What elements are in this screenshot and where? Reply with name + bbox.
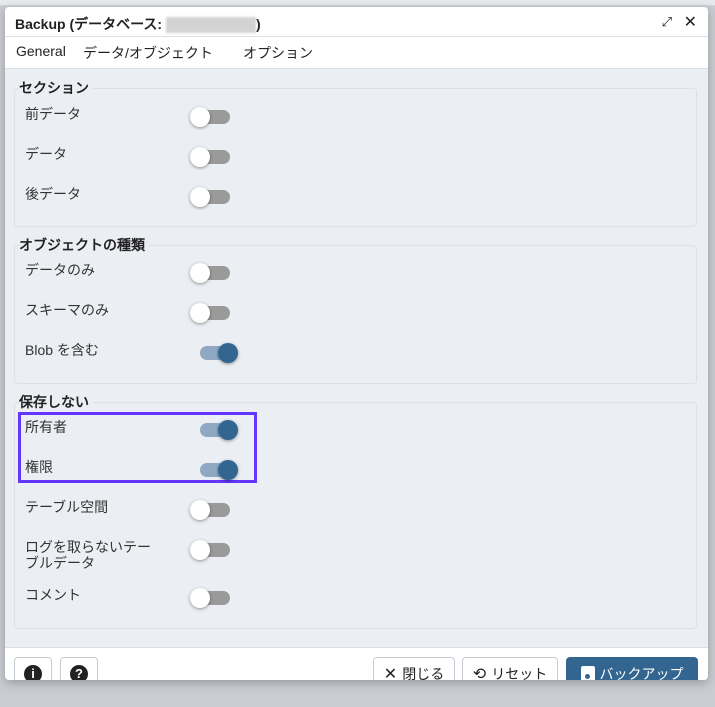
- owner-toggle[interactable]: [196, 419, 240, 441]
- privileges-toggle[interactable]: [196, 459, 240, 481]
- post-data-label: 後データ: [25, 186, 81, 202]
- data-only-label: データのみ: [25, 262, 95, 278]
- close-label: 閉じる: [402, 665, 445, 681]
- title-suffix: ): [255, 16, 261, 32]
- tablespace-toggle[interactable]: [190, 499, 234, 521]
- close-icon[interactable]: ✕: [684, 12, 697, 32]
- maximize-icon[interactable]: ⤢: [662, 14, 672, 30]
- help-button[interactable]: ?: [60, 657, 98, 680]
- unlogged-table-data-toggle[interactable]: [190, 539, 234, 561]
- privileges-label: 権限: [25, 459, 53, 475]
- pre-data-label: 前データ: [25, 106, 81, 122]
- tab-bar: General データ/オブジェクト オプション: [5, 38, 708, 72]
- do-not-save-legend: 保存しない: [19, 392, 93, 412]
- reset-icon: ⟲: [472, 665, 487, 681]
- save-icon: [580, 666, 595, 680]
- schema-only-toggle[interactable]: [190, 302, 234, 324]
- unlogged-line2: ブルデータ: [25, 555, 95, 571]
- backup-dialog: Backup (データベース: ) ⤢ ✕ General データ/オブジェクト…: [5, 7, 708, 680]
- comments-label: コメント: [25, 587, 81, 603]
- close-button[interactable]: ✕ 閉じる: [373, 657, 455, 680]
- x-icon: ✕: [383, 665, 398, 681]
- dialog-footer: i ? ✕ 閉じる ⟲ リセット バックアップ: [5, 648, 708, 680]
- sections-fieldset: [14, 88, 697, 227]
- redacted-database-name: [165, 17, 256, 34]
- object-types-legend: オブジェクトの種類: [19, 235, 149, 255]
- object-types-fieldset: [14, 245, 697, 384]
- help-icon: ?: [70, 664, 88, 680]
- tab-general[interactable]: General: [16, 43, 66, 65]
- pre-data-toggle[interactable]: [190, 106, 234, 128]
- title-prefix: Backup (データベース:: [15, 16, 166, 32]
- info-icon: i: [24, 664, 42, 680]
- tablespace-label: テーブル空間: [25, 499, 109, 515]
- sections-legend: セクション: [19, 78, 93, 98]
- content-area: セクション 前データ データ 後データ オブジェクトの種類 データのみ スキーマ…: [5, 69, 708, 648]
- data-toggle[interactable]: [190, 146, 234, 168]
- background-strip: [0, 0, 715, 6]
- data-label: データ: [25, 146, 67, 162]
- tab-data-objects[interactable]: データ/オブジェクト: [77, 43, 221, 72]
- reset-label: リセット: [491, 665, 548, 681]
- owner-label: 所有者: [25, 419, 67, 435]
- post-data-toggle[interactable]: [190, 186, 234, 208]
- backup-label: バックアップ: [599, 665, 684, 681]
- unlogged-table-data-label: ログを取らないテー ブルデータ: [25, 539, 151, 571]
- comments-toggle[interactable]: [190, 587, 234, 609]
- info-button[interactable]: i: [14, 657, 52, 680]
- data-only-toggle[interactable]: [190, 262, 234, 284]
- backup-button[interactable]: バックアップ: [566, 657, 698, 680]
- reset-button[interactable]: ⟲ リセット: [462, 657, 558, 680]
- schema-only-label: スキーマのみ: [25, 302, 109, 318]
- include-blobs-toggle[interactable]: [196, 342, 240, 364]
- title-bar[interactable]: Backup (データベース: ) ⤢ ✕: [5, 7, 708, 37]
- unlogged-line1: ログを取らないテー: [25, 539, 151, 555]
- dialog-title: Backup (データベース: ): [15, 14, 261, 34]
- include-blobs-label: Blob を含む: [25, 342, 99, 358]
- tab-options[interactable]: オプション: [243, 43, 313, 69]
